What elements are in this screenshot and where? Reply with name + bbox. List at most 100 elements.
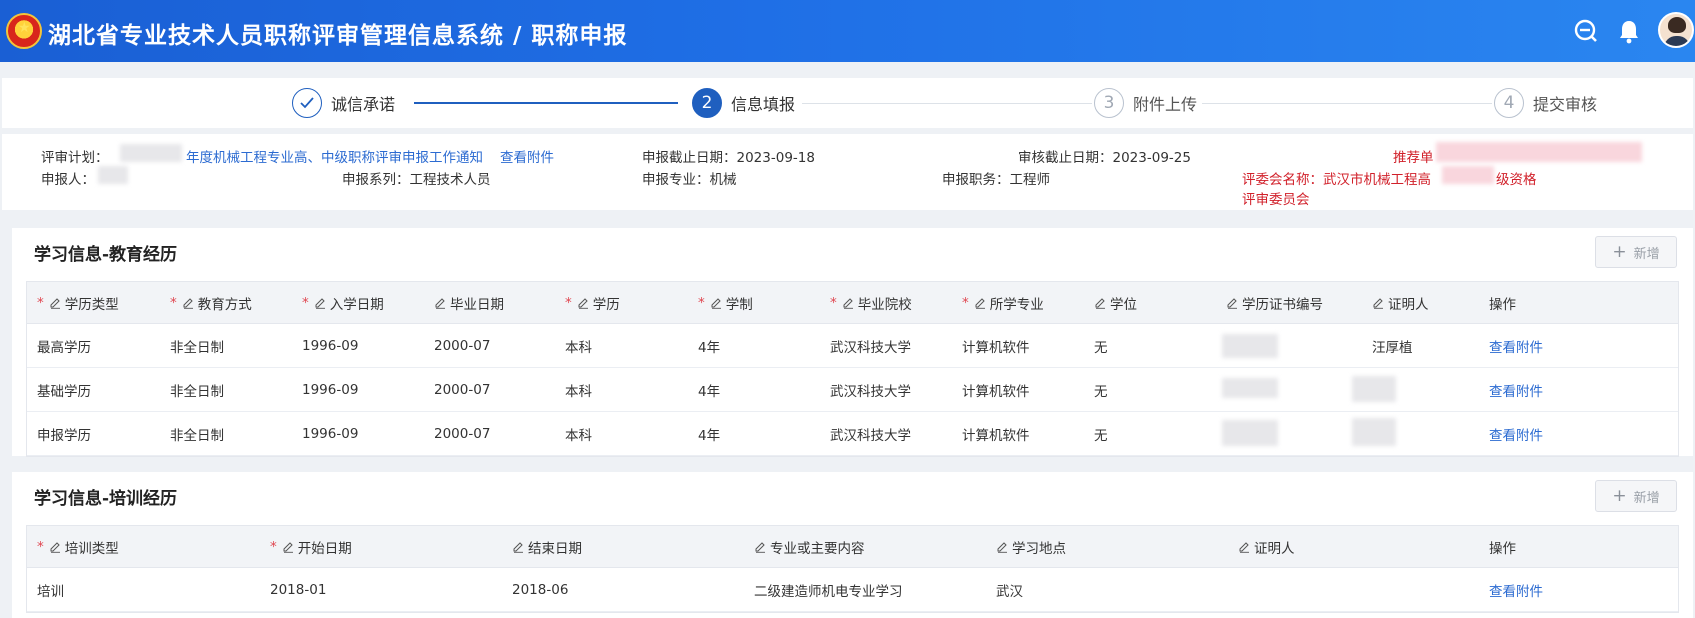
table-row: 培训 2018-01 2018-06 二级建造师机电专业学习 武汉 查看附件	[27, 568, 1678, 612]
redacted-block	[98, 166, 128, 184]
table-cell: 汪厚植	[1372, 339, 1413, 356]
table-row: 申报学历 非全日制 1996-09 2000-07 本科 4年 武汉科技大学 计算机软件 无 查看…	[27, 412, 1678, 456]
view-attachment-link[interactable]: 查看附件	[1489, 412, 1543, 455]
required-mark: *	[698, 294, 705, 311]
table-cell: 计算机软件	[962, 427, 1030, 444]
table-row: 最高学历 非全日制 1996-09 2000-07 本科 4年 武汉科技大学 计算机软件 无 汪厚…	[27, 324, 1678, 368]
required-mark: *	[270, 538, 277, 555]
education-table: * 学历类型 * 教育方式 * 入学日期 毕业日期 * 学历 * 学制 * 毕业院校 * 所学专业 学位 学历证…	[26, 281, 1679, 457]
view-attachment-link[interactable]: 查看附件	[1489, 568, 1543, 611]
column-header: 学习地点	[996, 526, 1066, 567]
column-label: 学历类型	[64, 296, 119, 313]
column-header: 学位	[1094, 282, 1137, 323]
redacted-block	[1222, 420, 1278, 446]
national-emblem-logo	[6, 13, 42, 49]
column-label: 学历	[592, 296, 620, 313]
required-mark: *	[565, 294, 572, 311]
plan-name-link[interactable]: 年度机械工程专业高、中级职称评审申报工作通知	[186, 146, 483, 166]
step-label: 附件上传	[1133, 95, 1198, 114]
column-header: 证明人	[1238, 526, 1295, 567]
column-header: * 学历类型	[37, 282, 119, 323]
step-label: 诚信承诺	[331, 95, 396, 114]
column-header: 学历证书编号	[1226, 282, 1323, 323]
add-training-button[interactable]: + 新增	[1595, 480, 1677, 512]
add-education-button[interactable]: + 新增	[1595, 236, 1677, 268]
step-connector-3	[1202, 103, 1492, 104]
column-label: 入学日期	[329, 296, 384, 313]
required-mark: *	[37, 538, 44, 555]
edit-pencil-icon	[314, 297, 326, 309]
zoom-out-icon[interactable]	[1572, 17, 1600, 45]
column-label: 证明人	[1388, 296, 1429, 313]
committee-name: 评委会名称：武汉市机械工程高	[1242, 172, 1431, 188]
notification-bell-icon[interactable]	[1615, 17, 1643, 45]
table-cell: 4年	[698, 383, 721, 400]
column-label: 学习地点	[1012, 540, 1066, 557]
column-label: 学制	[725, 296, 753, 313]
column-header: * 培训类型	[37, 526, 119, 567]
table-cell: 无	[1094, 339, 1108, 356]
table-cell: 本科	[565, 427, 592, 444]
step-connector-1	[414, 102, 678, 104]
redacted-block	[1442, 166, 1494, 184]
column-label: 教育方式	[197, 296, 252, 313]
apply-position: 申报职务：工程师	[942, 172, 1050, 188]
table-cell: 1996-09	[302, 381, 359, 398]
review-deadline: 审核截止日期：2023-09-25	[1018, 150, 1191, 166]
user-avatar[interactable]	[1658, 12, 1694, 48]
step-number: 4	[1494, 88, 1524, 118]
table-cell: 非全日制	[170, 383, 224, 400]
add-label: 新增	[1633, 490, 1660, 506]
plus-icon: +	[1612, 486, 1627, 506]
column-label: 专业或主要内容	[770, 540, 865, 557]
plan-attachment-link[interactable]: 查看附件	[500, 146, 554, 166]
table-cell: 2018-06	[512, 581, 569, 598]
step-label: 提交审核	[1533, 95, 1598, 114]
column-label: 所学专业	[989, 296, 1044, 313]
column-header: * 所学专业	[962, 282, 1044, 323]
redacted-block	[1352, 418, 1396, 446]
required-mark: *	[830, 294, 837, 311]
edit-pencil-icon	[434, 297, 446, 309]
table-cell: 2000-07	[434, 381, 491, 398]
step-integrity-pledge[interactable]: 诚信承诺	[292, 87, 395, 119]
view-attachment-link[interactable]: 查看附件	[1489, 368, 1543, 411]
column-header: * 教育方式	[170, 282, 252, 323]
committee-name-tail: 级资格	[1496, 172, 1537, 188]
table-cell: 无	[1094, 383, 1108, 400]
column-header: * 毕业院校	[830, 282, 912, 323]
apply-major: 申报专业：机械	[642, 172, 737, 188]
step-attachment-upload[interactable]: 3 附件上传	[1094, 87, 1197, 119]
edit-pencil-icon	[282, 541, 294, 553]
edit-pencil-icon	[49, 541, 61, 553]
column-header: * 开始日期	[270, 526, 352, 567]
column-label: 毕业院校	[857, 296, 912, 313]
table-cell: 培训	[37, 583, 64, 600]
column-label: 学位	[1110, 296, 1137, 313]
table-cell: 武汉科技大学	[830, 339, 911, 356]
edit-pencil-icon	[710, 297, 722, 309]
step-submit-review[interactable]: 4 提交审核	[1494, 87, 1597, 119]
top-header-bar: 湖北省专业技术人员职称评审管理信息系统 / 职称申报	[0, 0, 1695, 62]
table-header: * 培训类型 * 开始日期 结束日期 专业或主要内容 学习地点 证明人 操作	[27, 526, 1678, 568]
column-header: 毕业日期	[434, 282, 504, 323]
table-cell: 最高学历	[37, 339, 91, 356]
column-label: 证明人	[1254, 540, 1295, 557]
edit-pencil-icon	[996, 541, 1008, 553]
redacted-block	[120, 144, 182, 162]
progress-steps: 诚信承诺 2 信息填报 3 附件上传 4 提交审核	[2, 78, 1693, 128]
column-label: 毕业日期	[450, 296, 504, 313]
edit-pencil-icon	[1094, 297, 1106, 309]
training-section: 学习信息-培训经历 + 新增 * 培训类型 * 开始日期 结束日期 专业或主要内容 学习地点…	[12, 472, 1693, 618]
step-info-fill[interactable]: 2 信息填报	[692, 87, 795, 119]
column-label: 学历证书编号	[1242, 296, 1323, 313]
add-label: 新增	[1633, 246, 1660, 262]
column-header: 操作	[1489, 282, 1516, 323]
table-cell: 计算机软件	[962, 383, 1030, 400]
table-cell: 2018-01	[270, 581, 327, 598]
column-header: * 入学日期	[302, 282, 384, 323]
required-mark: *	[170, 294, 177, 311]
view-attachment-link[interactable]: 查看附件	[1489, 324, 1543, 367]
education-section: 学习信息-教育经历 + 新增 * 学历类型 * 教育方式 * 入学日期 毕业日期 * 学历 * 学制…	[12, 228, 1693, 457]
edit-pencil-icon	[512, 541, 524, 553]
